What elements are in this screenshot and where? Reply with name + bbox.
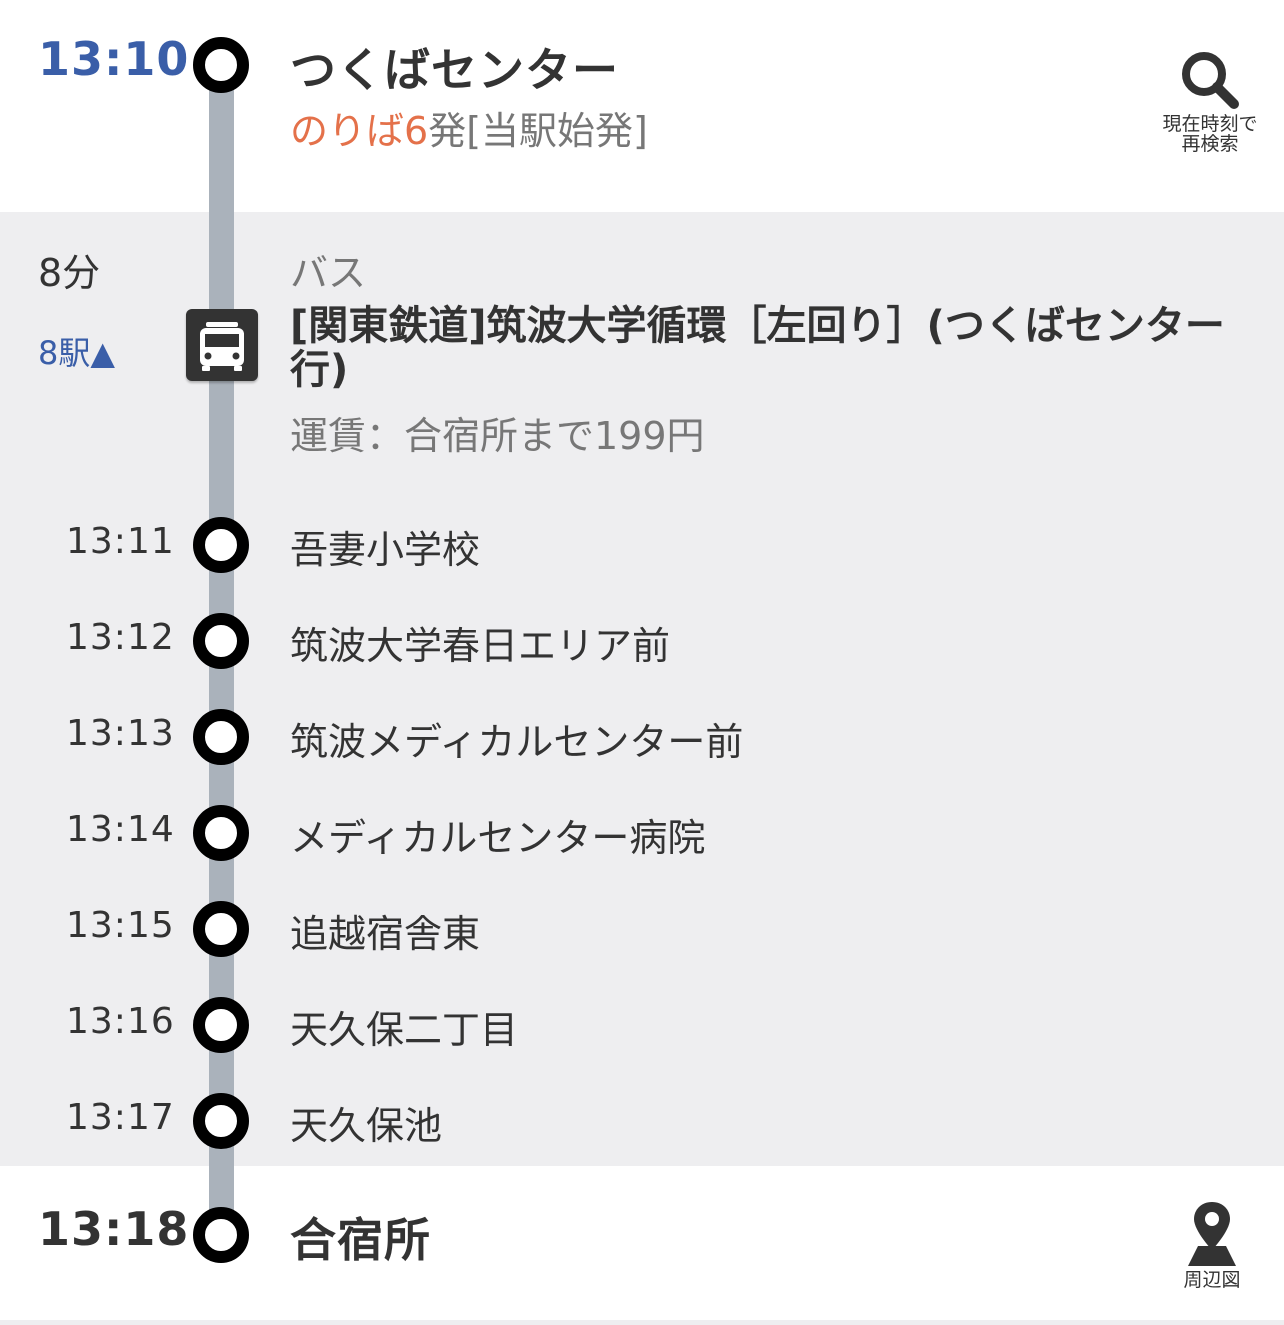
stops-toggle[interactable]: 8駅▲	[38, 328, 115, 374]
stop-time: 13:13	[66, 713, 175, 754]
stop-name[interactable]: 筑波大学春日エリア前	[290, 615, 670, 670]
departure-time: 13:10	[38, 32, 190, 86]
arrival-stop-marker	[193, 1207, 249, 1263]
stop-marker	[193, 901, 249, 957]
map-button[interactable]: 周辺図	[1170, 1198, 1254, 1290]
arrival-time: 13:18	[38, 1202, 190, 1256]
stop-marker	[193, 805, 249, 861]
leg-duration: 8分	[38, 251, 101, 295]
search-icon	[1182, 52, 1239, 109]
search-now-label-line1: 現在時刻で	[1162, 113, 1258, 135]
fare: 運賃：合宿所まで199円	[290, 414, 705, 458]
arrival-station[interactable]: 合宿所	[290, 1204, 431, 1270]
stop-marker	[193, 709, 249, 765]
stop-name[interactable]: 追越宿舎東	[290, 903, 480, 958]
stop-name[interactable]: 筑波メディカルセンター前	[290, 711, 743, 766]
stop-name[interactable]: メディカルセンター病院	[290, 807, 705, 862]
platform-note: 発[当駅始発]	[428, 109, 648, 153]
stop-marker	[193, 997, 249, 1053]
departure-station[interactable]: つくばセンター	[290, 34, 619, 100]
departure-platform: のりば6発[当駅始発]	[290, 100, 648, 155]
stop-name[interactable]: 吾妻小学校	[290, 519, 480, 574]
stop-time: 13:17	[66, 1097, 175, 1138]
map-pin-icon	[1188, 1202, 1236, 1266]
stop-marker	[193, 613, 249, 669]
stop-time: 13:16	[66, 1001, 175, 1042]
stop-name[interactable]: 天久保池	[290, 1095, 442, 1150]
bus-icon	[186, 309, 258, 381]
stop-marker	[193, 517, 249, 573]
map-button-label: 周辺図	[1183, 1269, 1241, 1291]
platform-number: のりば6	[290, 109, 429, 153]
departure-stop-marker	[193, 37, 249, 93]
bottom-divider	[0, 1320, 1284, 1325]
stop-marker	[193, 1093, 249, 1149]
transport-mode: バス	[290, 251, 367, 295]
stop-time: 13:12	[66, 617, 175, 658]
stop-name[interactable]: 天久保二丁目	[290, 999, 518, 1054]
search-now-button[interactable]: 現在時刻で 再検索	[1160, 48, 1260, 154]
route-name[interactable]: [関東鉄道]筑波大学循環［左回り］(つくばセンター行)	[290, 304, 1240, 392]
stop-time: 13:11	[66, 521, 175, 562]
search-now-label-line2: 再検索	[1181, 133, 1239, 155]
stop-time: 13:15	[66, 905, 175, 946]
stop-time: 13:14	[66, 809, 175, 850]
